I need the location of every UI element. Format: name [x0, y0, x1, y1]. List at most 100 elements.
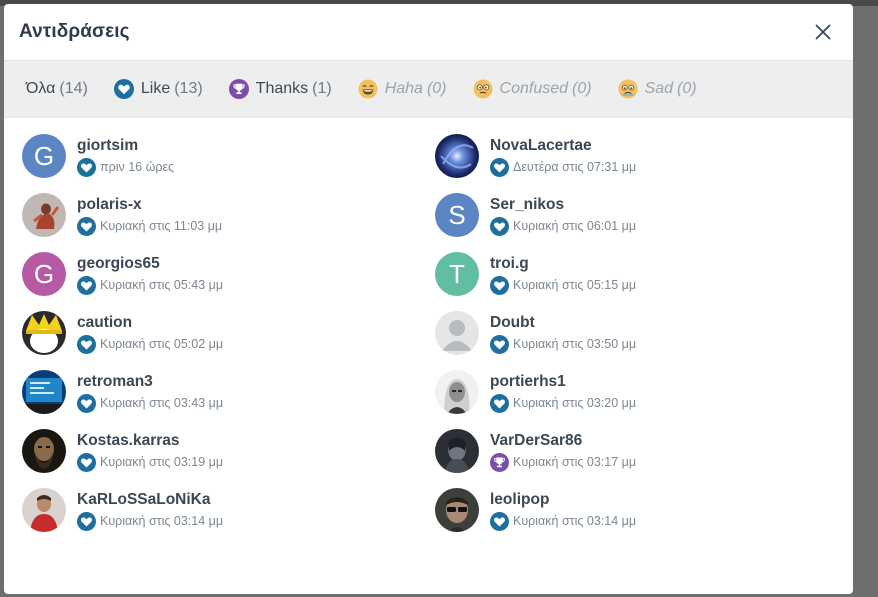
tab-count: (14) — [59, 80, 88, 97]
tab-thanks[interactable]: Thanks (1) — [228, 79, 332, 99]
avatar[interactable] — [22, 370, 66, 414]
avatar[interactable] — [22, 311, 66, 355]
reaction-list-item: polaris-x Κυριακή στις 11:03 μμ — [22, 193, 435, 237]
avatar[interactable]: G — [22, 134, 66, 178]
laugh-emoji-icon — [358, 79, 378, 99]
username-link[interactable]: giortsim — [77, 136, 174, 155]
username-link[interactable]: NovaLacertae — [490, 136, 636, 155]
avatar[interactable] — [435, 370, 479, 414]
heart-icon — [77, 334, 96, 354]
reaction-time: Κυριακή στις 11:03 μμ — [100, 219, 223, 233]
username-link[interactable]: portierhs1 — [490, 372, 636, 391]
heart-icon — [77, 216, 96, 236]
user-info: NovaLacertae Δευτέρα στις 07:31 μμ — [490, 136, 636, 177]
avatar-letter: G — [33, 258, 55, 289]
user-info: Doubt Κυριακή στις 03:50 μμ — [490, 313, 636, 354]
user-info: Ser_nikos Κυριακή στις 06:01 μμ — [490, 195, 636, 236]
reaction-meta: Κυριακή στις 03:14 μμ — [490, 511, 637, 531]
heart-icon — [113, 79, 134, 99]
tab-count: (13) — [174, 80, 203, 97]
tab-like[interactable]: Like (13) — [113, 79, 203, 99]
user-info: leolipop Κυριακή στις 03:14 μμ — [490, 490, 636, 531]
heart-icon — [77, 393, 96, 413]
reaction-meta: Κυριακή στις 05:15 μμ — [490, 275, 637, 295]
reactions-modal: Αντιδράσεις Όλα (14) Like (13) Thanks (1) Haha… — [4, 4, 853, 594]
heart-icon — [490, 157, 509, 177]
reaction-meta: Κυριακή στις 11:03 μμ — [77, 216, 223, 236]
user-info: polaris-x Κυριακή στις 11:03 μμ — [77, 195, 222, 236]
tab-haha[interactable]: Haha (0) — [358, 79, 447, 99]
reaction-meta: Δευτέρα στις 07:31 μμ — [490, 157, 636, 177]
username-link[interactable]: VarDerSar86 — [490, 431, 636, 450]
tab-count: (1) — [312, 80, 332, 97]
avatar[interactable] — [22, 488, 66, 532]
tab-label: Like — [140, 80, 171, 97]
avatar[interactable] — [22, 429, 66, 473]
reaction-meta: Κυριακή στις 03:50 μμ — [490, 334, 636, 354]
avatar[interactable]: S — [435, 193, 479, 237]
user-info: retroman3 Κυριακή στις 03:43 μμ — [77, 372, 223, 413]
reaction-list-item: Ggeorgios65 Κυριακή στις 05:43 μμ — [22, 252, 435, 296]
reaction-meta: Κυριακή στις 03:43 μμ — [77, 393, 224, 413]
user-info: troi.g Κυριακή στις 05:15 μμ — [490, 254, 636, 295]
username-link[interactable]: leolipop — [490, 490, 636, 509]
avatar[interactable] — [435, 429, 479, 473]
username-link[interactable]: polaris-x — [77, 195, 222, 214]
tab-όλα[interactable]: Όλα (14) — [26, 80, 88, 98]
tab-count: (0) — [677, 80, 697, 97]
reaction-time: Κυριακή στις 03:20 μμ — [513, 396, 637, 410]
heart-icon — [77, 511, 96, 531]
avatar-letter: S — [448, 199, 466, 230]
tab-label: Όλα — [26, 80, 56, 97]
reaction-list-item: portierhs1 Κυριακή στις 03:20 μμ — [435, 370, 848, 414]
username-link[interactable]: Doubt — [490, 313, 636, 332]
username-link[interactable]: Kostas.karras — [77, 431, 223, 450]
tab-confused[interactable]: Confused (0) — [473, 79, 592, 99]
reaction-list-item: leolipop Κυριακή στις 03:14 μμ — [435, 488, 848, 532]
avatar-letter: G — [33, 140, 55, 171]
reaction-meta: Κυριακή στις 03:17 μμ — [490, 452, 636, 472]
username-link[interactable]: georgios65 — [77, 254, 223, 273]
user-info: giortsim πριν 16 ώρες — [77, 136, 174, 177]
reaction-list-item: KaRLoSSaLoNiKa Κυριακή στις 03:14 μμ — [22, 488, 435, 532]
reaction-time: Κυριακή στις 05:02 μμ — [100, 337, 224, 351]
reaction-meta: Κυριακή στις 06:01 μμ — [490, 216, 636, 236]
avatar[interactable] — [435, 488, 479, 532]
avatar-letter: T — [449, 258, 465, 289]
tab-count: (0) — [572, 80, 592, 97]
reactions-list: Ggiortsim πριν 16 ώρες NovaLacertae Δευτέρα… — [4, 118, 853, 532]
username-link[interactable]: troi.g — [490, 254, 636, 273]
reaction-time: Κυριακή στις 05:43 μμ — [100, 278, 224, 292]
reaction-time: Κυριακή στις 05:15 μμ — [513, 278, 637, 292]
reaction-list-item: VarDerSar86 Κυριακή στις 03:17 μμ — [435, 429, 848, 473]
reaction-meta: Κυριακή στις 05:43 μμ — [77, 275, 224, 295]
modal-title: Αντιδράσεις — [19, 21, 130, 42]
username-link[interactable]: Ser_nikos — [490, 195, 636, 214]
reaction-meta: Κυριακή στις 03:14 μμ — [77, 511, 223, 531]
reaction-list-item: Doubt Κυριακή στις 03:50 μμ — [435, 311, 848, 355]
user-info: georgios65 Κυριακή στις 05:43 μμ — [77, 254, 223, 295]
reaction-time: Κυριακή στις 03:19 μμ — [100, 455, 224, 469]
close-icon — [815, 24, 831, 40]
tab-sad[interactable]: Sad (0) — [618, 79, 697, 99]
avatar[interactable]: G — [22, 252, 66, 296]
heart-icon — [490, 334, 509, 354]
reaction-time: πριν 16 ώρες — [100, 160, 175, 174]
reaction-time: Κυριακή στις 03:43 μμ — [100, 396, 224, 410]
avatar[interactable]: T — [435, 252, 479, 296]
avatar[interactable] — [22, 193, 66, 237]
username-link[interactable]: retroman3 — [77, 372, 223, 391]
reaction-meta: Κυριακή στις 03:20 μμ — [490, 393, 637, 413]
sad-emoji-icon — [618, 79, 638, 99]
username-link[interactable]: KaRLoSSaLoNiKa — [77, 490, 223, 509]
username-link[interactable]: caution — [77, 313, 223, 332]
avatar[interactable] — [435, 311, 479, 355]
close-button[interactable] — [811, 20, 835, 44]
reaction-time: Κυριακή στις 03:14 μμ — [513, 514, 637, 528]
reaction-list-item: caution Κυριακή στις 05:02 μμ — [22, 311, 435, 355]
heart-icon — [77, 157, 96, 177]
user-info: caution Κυριακή στις 05:02 μμ — [77, 313, 223, 354]
reaction-list-item: NovaLacertae Δευτέρα στις 07:31 μμ — [435, 134, 848, 178]
modal-header: Αντιδράσεις — [4, 4, 853, 60]
avatar[interactable] — [435, 134, 479, 178]
